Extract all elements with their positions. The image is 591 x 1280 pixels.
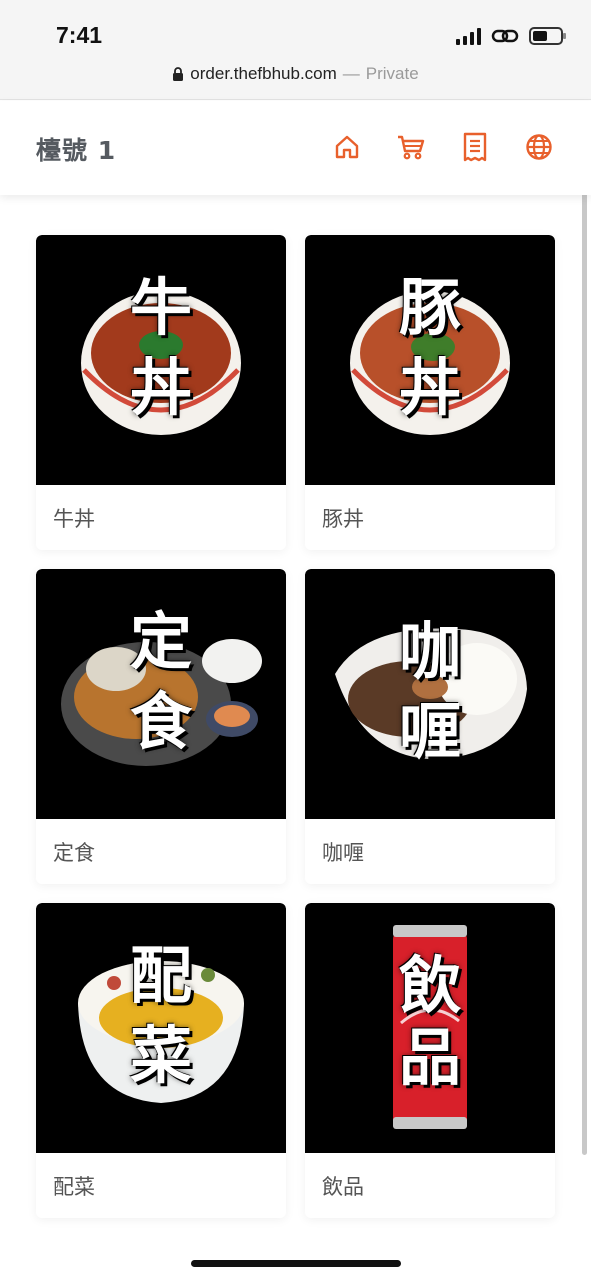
image-overlay-text: 丼 <box>398 351 461 424</box>
url-bar[interactable]: order.thefbhub.com — Private <box>0 64 591 84</box>
image-overlay-text: 定 <box>129 605 192 678</box>
orders-button[interactable] <box>459 131 491 163</box>
category-image-butadon: 豚 丼 <box>305 235 555 485</box>
category-image-sides: 配 菜 <box>36 903 286 1153</box>
image-overlay-text: 菜 <box>129 1019 192 1092</box>
url-text: order.thefbhub.com <box>190 64 337 83</box>
category-list: 牛 丼 牛丼 豚 丼 豚丼 定 食 定食 咖 喱 咖喱 配 菜 配菜 飲 品 飲… <box>0 195 591 1280</box>
category-label: 飲品 <box>322 1174 364 1199</box>
category-label: 咖喱 <box>322 840 364 865</box>
table-number-label: 檯號 1 <box>36 136 117 165</box>
lock-icon <box>173 66 184 81</box>
category-label: 豚丼 <box>322 506 364 531</box>
cart-icon <box>398 135 425 160</box>
category-image-drinks: 飲 品 <box>305 903 555 1153</box>
image-overlay-text: 丼 <box>129 351 192 424</box>
url-separator: — <box>342 64 360 83</box>
category-card-curry[interactable]: 咖 喱 咖喱 <box>305 569 555 884</box>
category-image-curry: 咖 喱 <box>305 569 555 819</box>
category-image-teishoku: 定 食 <box>36 569 286 819</box>
clock-time: 7:41 <box>56 22 103 48</box>
category-label: 牛丼 <box>53 506 95 531</box>
category-image-gyudon: 牛 丼 <box>36 235 286 485</box>
image-overlay-text: 豚 <box>398 271 461 344</box>
scrollbar[interactable] <box>582 190 587 1155</box>
category-card-drinks[interactable]: 飲 品 飲品 <box>305 903 555 1218</box>
category-card-gyudon[interactable]: 牛 丼 牛丼 <box>36 235 286 550</box>
app-header: 檯號 1 <box>0 101 591 195</box>
private-mode-label: Private <box>365 64 419 83</box>
image-overlay-text: 品 <box>398 1021 461 1094</box>
image-overlay-text: 喱 <box>398 695 461 768</box>
cart-button[interactable] <box>395 131 427 163</box>
image-overlay-text: 牛 <box>129 271 192 344</box>
category-card-sides[interactable]: 配 菜 配菜 <box>36 903 286 1218</box>
image-overlay-text: 咖 <box>398 615 461 688</box>
category-label: 配菜 <box>53 1174 95 1199</box>
home-button[interactable] <box>331 131 363 163</box>
category-grid: 牛 丼 牛丼 豚 丼 豚丼 定 食 定食 咖 喱 咖喱 配 菜 配菜 飲 品 飲… <box>36 235 555 1218</box>
image-overlay-text: 食 <box>129 685 192 758</box>
home-indicator[interactable] <box>191 1260 401 1267</box>
image-overlay-text: 飲 <box>398 949 461 1022</box>
category-card-teishoku[interactable]: 定 食 定食 <box>36 569 286 884</box>
language-button[interactable] <box>523 131 555 163</box>
header-nav <box>331 131 555 163</box>
home-icon <box>335 135 359 159</box>
category-label: 定食 <box>53 840 95 865</box>
category-card-butadon[interactable]: 豚 丼 豚丼 <box>305 235 555 550</box>
receipt-icon <box>463 132 487 162</box>
battery-icon <box>529 27 566 45</box>
browser-status-bar: 7:41 order.thefbhub.com — Private <box>0 0 591 100</box>
signal-icon <box>456 27 481 45</box>
system-icons <box>456 26 566 46</box>
link-icon <box>491 29 519 43</box>
globe-icon <box>526 134 552 160</box>
image-overlay-text: 配 <box>129 939 192 1012</box>
